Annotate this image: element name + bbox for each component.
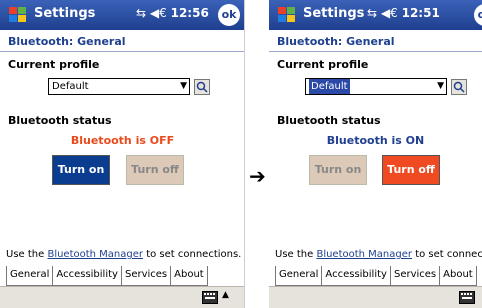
turn-off-button[interactable]: Turn off	[126, 155, 184, 185]
command-bar	[269, 286, 482, 308]
screen-bluetooth-on: Settings ⇆ ◀€ 12:51 ok Bluetooth: Genera…	[269, 0, 482, 308]
tab-about[interactable]: About	[171, 266, 208, 286]
manager-hint: Use the Bluetooth Manager to set connect…	[6, 249, 241, 260]
bluetooth-manager-link[interactable]: Bluetooth Manager	[316, 249, 412, 260]
ok-button[interactable]: ok	[474, 4, 482, 26]
volume-icon[interactable]: ◀€	[381, 6, 398, 20]
profile-select-value: Default	[52, 81, 89, 92]
bluetooth-manager-link[interactable]: Bluetooth Manager	[47, 249, 143, 260]
current-profile-label: Current profile	[8, 58, 100, 71]
windows-start-icon[interactable]	[277, 5, 297, 25]
transition-arrow: ➔	[249, 164, 266, 188]
app-title: Settings	[34, 6, 96, 21]
chevron-down-icon[interactable]: ▼	[437, 79, 444, 94]
current-profile-label: Current profile	[277, 58, 369, 71]
manager-hint: Use the Bluetooth Manager to set connect…	[275, 249, 482, 260]
keyboard-icon[interactable]	[459, 291, 475, 304]
tab-accessibility[interactable]: Accessibility	[322, 266, 391, 286]
chevron-down-icon[interactable]: ▼	[180, 79, 187, 94]
bluetooth-status-text: Bluetooth is ON	[326, 134, 425, 147]
bluetooth-status-label: Bluetooth status	[277, 114, 381, 127]
page-header: Bluetooth: General	[0, 32, 244, 52]
command-bar: ▲	[0, 286, 244, 308]
tab-services[interactable]: Services	[390, 266, 441, 286]
signal-icon[interactable]: ⇆	[367, 6, 377, 20]
manager-hint-prefix: Use the	[6, 249, 48, 260]
input-menu-up-icon[interactable]: ▲	[222, 290, 229, 300]
profile-select[interactable]: Default ▼	[48, 78, 190, 95]
turn-on-button[interactable]: Turn on	[52, 155, 110, 185]
screen-bluetooth-off: Settings ⇆ ◀€ 12:56 ok Bluetooth: Genera…	[0, 0, 245, 308]
app-title: Settings	[303, 6, 365, 21]
windows-start-icon[interactable]	[8, 5, 28, 25]
tab-services[interactable]: Services	[121, 266, 172, 286]
manager-hint-prefix: Use the	[275, 249, 317, 260]
profile-search-icon[interactable]	[451, 79, 467, 95]
turn-off-button[interactable]: Turn off	[382, 155, 440, 185]
status-icons[interactable]: ⇆ ◀€ 12:51	[367, 6, 440, 20]
connectivity-icon[interactable]: ⇆	[136, 6, 146, 20]
bluetooth-status-text: Bluetooth is OFF	[70, 134, 175, 147]
tab-general[interactable]: General	[6, 266, 54, 286]
bluetooth-status-label: Bluetooth status	[8, 114, 112, 127]
profile-search-icon[interactable]	[194, 79, 210, 95]
turn-on-button[interactable]: Turn on	[309, 155, 367, 185]
tab-about[interactable]: About	[440, 266, 477, 286]
page-header: Bluetooth: General	[269, 32, 482, 52]
ok-button[interactable]: ok	[218, 4, 240, 26]
clock[interactable]: 12:56	[171, 6, 209, 20]
tab-general[interactable]: General	[275, 266, 323, 286]
volume-icon[interactable]: ◀€	[150, 6, 167, 20]
clock[interactable]: 12:51	[402, 6, 440, 20]
manager-hint-suffix: to set connections.	[143, 249, 242, 260]
status-icons[interactable]: ⇆ ◀€ 12:56	[136, 6, 209, 20]
manager-hint-suffix: to set connections	[415, 249, 482, 260]
title-bar: Settings ⇆ ◀€ 12:56 ok	[0, 0, 244, 30]
tab-accessibility[interactable]: Accessibility	[53, 266, 122, 286]
tab-bar: General Accessibility Services About	[6, 266, 208, 286]
title-bar: Settings ⇆ ◀€ 12:51 ok	[269, 0, 482, 30]
keyboard-icon[interactable]	[202, 291, 218, 304]
tab-bar: General Accessibility Services About	[275, 266, 477, 286]
profile-select-value: Default	[309, 79, 350, 94]
profile-select[interactable]: Default ▼	[305, 78, 447, 95]
